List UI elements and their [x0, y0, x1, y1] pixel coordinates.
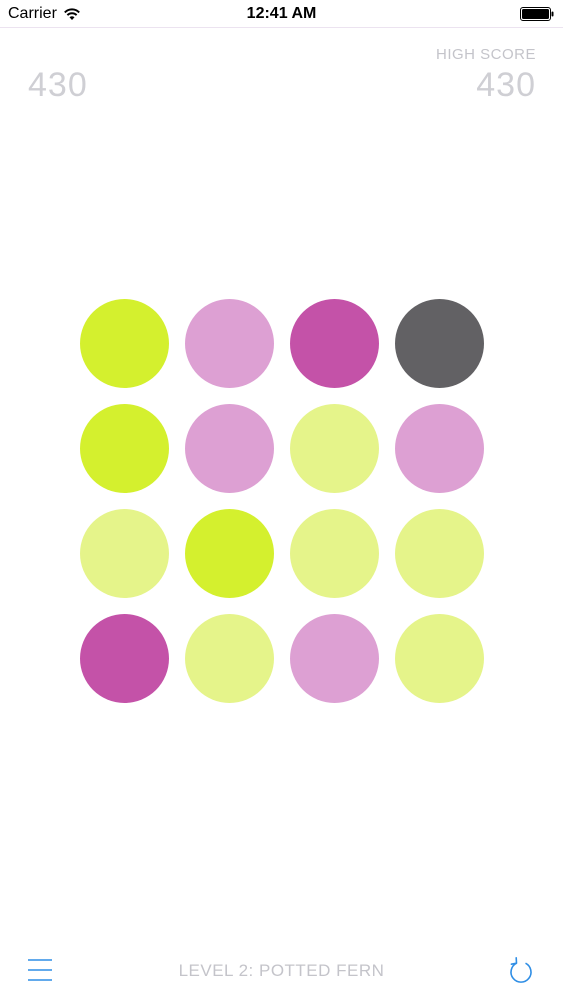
- status-time: 12:41 AM: [246, 5, 317, 22]
- battery-icon: [520, 7, 554, 21]
- restart-icon[interactable]: [508, 956, 534, 984]
- game-dot-lime[interactable]: [80, 404, 169, 493]
- game-dot-pale-lime[interactable]: [80, 509, 169, 598]
- status-bar: Carrier 12:41 AM: [0, 0, 563, 28]
- game-dot-pale-lime[interactable]: [185, 614, 274, 703]
- game-dot-pink[interactable]: [395, 404, 484, 493]
- current-score: 430: [28, 66, 88, 104]
- level-label: LEVEL 2: POTTED FERN: [178, 961, 385, 980]
- game-dot-pale-lime[interactable]: [395, 509, 484, 598]
- game-dot-magenta[interactable]: [290, 299, 379, 388]
- game-dot-pale-lime[interactable]: [290, 509, 379, 598]
- high-score-value: 430: [476, 66, 536, 104]
- game-dot-pink[interactable]: [290, 614, 379, 703]
- game-dot-pink[interactable]: [185, 299, 274, 388]
- game-board: [80, 299, 484, 703]
- game-dot-pale-lime[interactable]: [395, 614, 484, 703]
- game-dot-lime[interactable]: [185, 509, 274, 598]
- game-dot-pale-lime[interactable]: [290, 404, 379, 493]
- game-dot-magenta[interactable]: [80, 614, 169, 703]
- game-dot-lime[interactable]: [80, 299, 169, 388]
- game-dot-pink[interactable]: [185, 404, 274, 493]
- game-dot-gray[interactable]: [395, 299, 484, 388]
- high-score-label: HIGH SCORE: [435, 46, 536, 63]
